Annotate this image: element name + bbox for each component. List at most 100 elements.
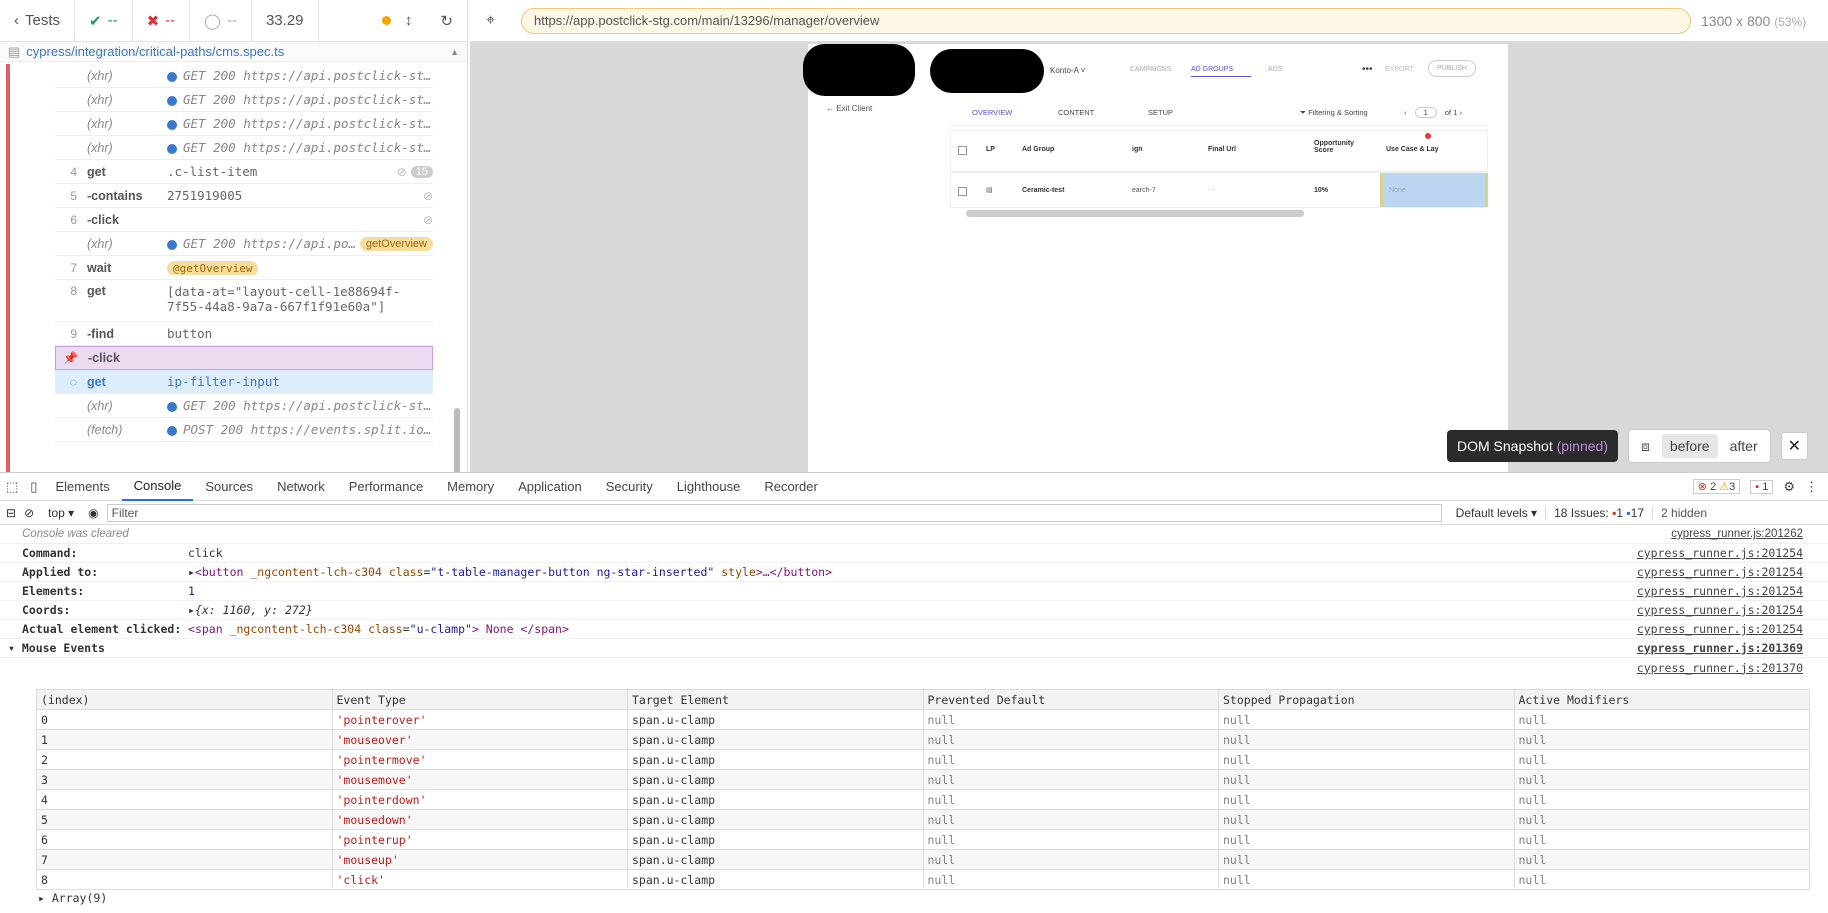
table-header[interactable]: Prevented Default (922, 689, 1219, 710)
source-link[interactable]: cypress_runner.js:201254 (1637, 546, 1803, 560)
command-log-item[interactable]: 8 get [data-at="layout-cell-1e88694f-7f55-… (55, 280, 433, 322)
tab-elements[interactable]: Elements (43, 473, 121, 501)
clear-console-icon[interactable]: ⊘ (24, 506, 34, 520)
source-link[interactable]: cypress_runner.js:201262 (1671, 528, 1803, 540)
source-link[interactable]: cypress_runner.js:201254 (1637, 584, 1803, 598)
reload-icon[interactable]: ↻ (440, 12, 453, 30)
command-log-item[interactable]: 6 -click ⊘ (55, 208, 433, 232)
command-log-item[interactable]: 9 -find button (55, 322, 433, 346)
tab-application[interactable]: Application (506, 473, 594, 501)
table-cell: null (922, 769, 1219, 790)
log-levels-select[interactable]: Default levels ▾ (1456, 506, 1537, 520)
mouse-events-group[interactable]: ▾ Mouse Events cypress_runner.js:201369 (0, 639, 1828, 658)
inspect-icon[interactable]: ⬚ (0, 473, 24, 501)
after-button[interactable]: after (1722, 434, 1766, 458)
tab-ad-groups[interactable]: AD GROUPS (1191, 66, 1251, 77)
export-button[interactable]: EXPORT (1385, 66, 1414, 73)
command-log-item[interactable]: 5 -contains 2751919005 ⊘ (55, 184, 433, 208)
actual-element-line[interactable]: Actual element clicked: <span _ngcontent-… (0, 620, 1828, 639)
more-options-icon[interactable]: ⋮ (1805, 479, 1818, 495)
command-log-item[interactable]: 7 wait @getOverview (55, 256, 433, 280)
tab-lighthouse[interactable]: Lighthouse (665, 473, 753, 501)
selector-playground-icon[interactable]: ⌖ (486, 12, 495, 30)
tab-sources[interactable]: Sources (193, 473, 265, 501)
col-lp: LP (986, 146, 995, 153)
tab-memory[interactable]: Memory (435, 473, 506, 501)
spec-path[interactable]: cypress/integration/critical-paths/cms.s… (26, 44, 284, 59)
tab-security[interactable]: Security (594, 473, 665, 501)
u-clamp[interactable]: None (1389, 187, 1406, 194)
device-toolbar-icon[interactable]: ▯ (24, 473, 43, 501)
account-select[interactable]: Konto-A ˅ (1050, 66, 1085, 75)
command-log-item[interactable]: (xhr) GET 200 https://api.postclick-st... (55, 88, 433, 112)
table-header[interactable]: (index) (36, 689, 333, 710)
aut-url-bar: ⌖ https://app.postclick-stg.com/main/132… (470, 0, 1828, 42)
table-header[interactable]: Event Type (331, 689, 628, 710)
spec-path-bar[interactable]: ▤ cypress/integration/critical-paths/cms.… (0, 42, 467, 62)
table-cell: null (922, 829, 1219, 850)
command-log-item[interactable]: ◌ get ip-filter-input (55, 370, 433, 394)
scrollbar-thumb[interactable] (454, 408, 460, 472)
table-header[interactable]: Stopped Propagation (1218, 689, 1515, 710)
pager[interactable]: ‹ 1 of 1 › (1404, 107, 1462, 118)
source-link[interactable]: cypress_runner.js:201370 (1637, 661, 1803, 675)
settings-gear-icon[interactable]: ⚙ (1783, 479, 1795, 495)
scroll-up-icon[interactable]: ▲ (450, 47, 459, 57)
tab-performance[interactable]: Performance (337, 473, 435, 501)
table-cell: 'mouseover' (331, 729, 628, 750)
tab-recorder[interactable]: Recorder (752, 473, 829, 501)
error-warning-counts[interactable]: ⊗ 2 ⚠3 (1692, 479, 1741, 494)
row-checkbox[interactable] (958, 187, 967, 196)
array-expander[interactable]: ▸ Array(9) (38, 891, 107, 905)
command-message: GET 200 https://api.postclick-st... (167, 398, 433, 413)
tab-overview[interactable]: OVERVIEW (972, 108, 1012, 117)
close-icon[interactable]: ✕ (1780, 432, 1809, 460)
tab-console[interactable]: Console (121, 473, 194, 501)
applied-to-line[interactable]: Applied to: ▸<button _ngcontent-lch-c304 … (0, 563, 1828, 582)
command-log-item[interactable]: 4 get .c-list-item ⊘ 15 (55, 160, 433, 184)
auto-scroll-icon[interactable]: ↕ (405, 12, 413, 29)
tab-ads[interactable]: ADS (1268, 66, 1282, 73)
more-icon[interactable]: ••• (1362, 64, 1373, 75)
command-number: 4 (70, 164, 77, 179)
command-log-item[interactable]: (xhr) GET 200 https://api.postcl...getOve… (55, 232, 433, 256)
source-link[interactable]: cypress_runner.js:201254 (1637, 603, 1803, 617)
context-select[interactable]: top ▾ (42, 506, 80, 520)
exit-client-link[interactable]: ← Exit Client (826, 104, 872, 113)
command-name: get (87, 374, 106, 389)
use-case-cell-button[interactable]: None (1380, 173, 1488, 207)
publish-button[interactable]: PUBLISH (1428, 60, 1476, 77)
command-log-scrollbar[interactable] (452, 118, 462, 472)
sidebar-toggle-icon[interactable]: ⊟ (6, 506, 16, 520)
command-log-item[interactable]: (xhr) GET 200 https://api.postclick-st... (55, 136, 433, 160)
source-link[interactable]: cypress_runner.js:201254 (1637, 565, 1803, 579)
table-header[interactable]: Target Element (627, 689, 924, 710)
filtering-sorting-button[interactable]: ⏷ Filtering & Sorting (1300, 108, 1368, 118)
table-horizontal-scrollbar[interactable] (966, 210, 1304, 217)
command-log-item[interactable]: (xhr) GET 200 https://api.postclick-st... (55, 394, 433, 418)
tab-setup[interactable]: SETUP (1148, 108, 1173, 117)
command-log-item[interactable]: (xhr) GET 200 https://api.postclick-st... (55, 112, 433, 136)
source-link[interactable]: cypress_runner.js:201369 (1637, 641, 1803, 655)
command-log-item[interactable]: (xhr) GET 200 https://api.postclick-st... (55, 64, 433, 88)
col-use-case: Use Case & Lay (1386, 146, 1439, 153)
hidden-count: 2 hidden (1652, 505, 1707, 520)
console-filter-input[interactable]: Filter (106, 503, 1442, 522)
cypress-reporter: ‹ Tests ✔ -- ✖ -- ◯ -- 33.29 ↕ ↻ ▤ cypress/in… (0, 0, 468, 472)
source-link[interactable]: cypress_runner.js:201254 (1637, 622, 1803, 636)
table-header[interactable]: Active Modifiers (1513, 689, 1810, 710)
highlight-toggle-icon[interactable]: ⧈ (1633, 434, 1658, 459)
tab-network[interactable]: Network (265, 473, 337, 501)
eye-icon[interactable]: ◉ (88, 506, 98, 520)
coords-line[interactable]: Coords: ▸{x: 1160, y: 272} cypress_runner.… (0, 601, 1828, 620)
issues-link[interactable]: 18 Issues: ▪1 ▪17 (1545, 505, 1644, 520)
command-log-item[interactable]: 📌 -click (55, 346, 433, 370)
select-all-checkbox[interactable] (958, 146, 967, 155)
tab-campaigns[interactable]: CAMPAIGNS (1130, 66, 1172, 73)
back-to-tests-button[interactable]: ‹ Tests (0, 0, 76, 42)
issues-counter[interactable]: ▪ 1 (1750, 479, 1774, 494)
command-log-item[interactable]: (fetch) POST 200 https://events.split.io.… (55, 418, 433, 442)
tab-content[interactable]: CONTENT (1058, 108, 1094, 117)
before-button[interactable]: before (1661, 434, 1718, 458)
url-field[interactable]: https://app.postclick-stg.com/main/13296… (521, 7, 1692, 34)
